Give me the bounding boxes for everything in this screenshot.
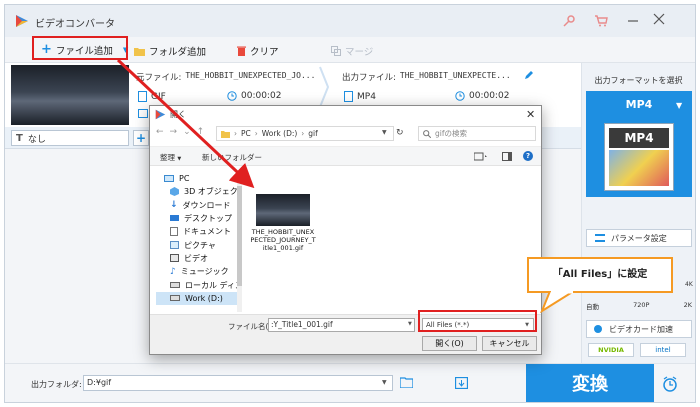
red-arrow-icon — [116, 58, 255, 189]
callout-pointer — [540, 291, 576, 313]
callout-box: 「All Files」に設定 — [527, 257, 673, 293]
